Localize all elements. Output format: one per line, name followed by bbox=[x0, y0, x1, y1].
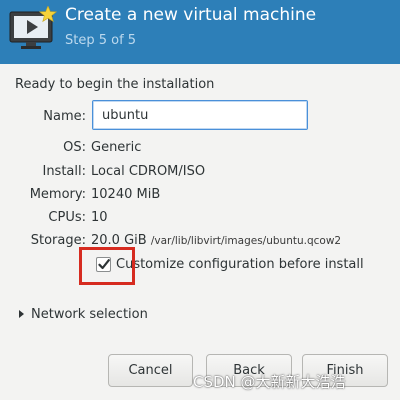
network-selection-expander[interactable]: Network selection bbox=[19, 306, 148, 322]
section-title: Ready to begin the installation bbox=[15, 77, 215, 92]
monitor-play-star-icon bbox=[9, 6, 58, 49]
cancel-button[interactable]: Cancel bbox=[108, 354, 193, 387]
install-value: Local CDROM/ISO bbox=[91, 164, 206, 179]
name-label: Name: bbox=[43, 109, 86, 124]
watermark: CSDN @大新新大浩浩 bbox=[193, 373, 346, 391]
annotation-highlight-box bbox=[79, 247, 135, 285]
memory-value: 10240 MiB bbox=[91, 187, 161, 202]
storage-path: /var/lib/libvirt/images/ubuntu.qcow2 bbox=[150, 235, 342, 247]
install-label: Install: bbox=[42, 164, 86, 179]
customize-checkbox-label[interactable]: Customize configuration before install bbox=[116, 257, 364, 272]
storage-value: 20.0 GiB /var/lib/libvirt/images/ubuntu.… bbox=[91, 233, 341, 248]
storage-label: Storage: bbox=[30, 233, 86, 248]
storage-size: 20.0 GiB bbox=[91, 233, 147, 248]
vm-name-input[interactable] bbox=[92, 100, 308, 130]
network-selection-label: Network selection bbox=[31, 306, 148, 322]
cpus-label: CPUs: bbox=[48, 210, 86, 225]
os-value: Generic bbox=[91, 140, 142, 155]
wizard-title: Create a new virtual machine bbox=[65, 5, 317, 25]
expander-arrow-icon bbox=[19, 310, 24, 318]
wizard-step: Step 5 of 5 bbox=[65, 33, 137, 48]
cpus-value: 10 bbox=[91, 210, 108, 225]
wizard-header: Create a new virtual machine Step 5 of 5 bbox=[0, 0, 400, 64]
memory-label: Memory: bbox=[29, 187, 86, 202]
os-label: OS: bbox=[63, 140, 86, 155]
